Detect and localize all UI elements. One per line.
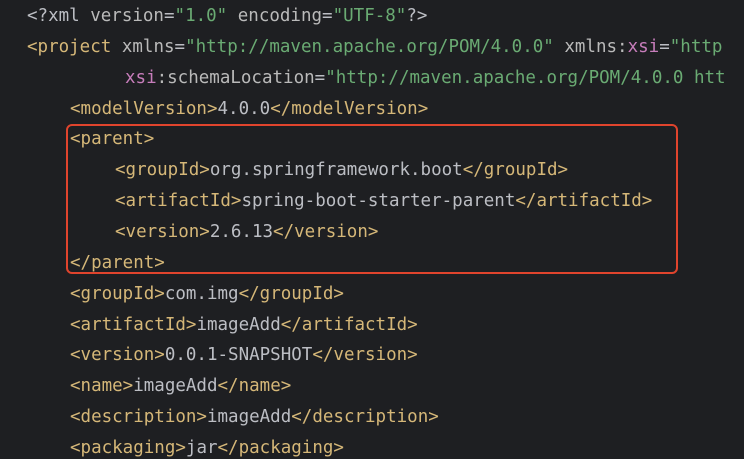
name-value: imageAdd	[133, 376, 218, 396]
schema-location-attr: :schemaLocation	[156, 68, 315, 88]
artifact-id-close-tag: </artifactId>	[280, 315, 418, 335]
code-line-project-open[interactable]: <project xmlns="http://maven.apache.org/…	[27, 32, 722, 63]
xml-decl-encoding-attr: encoding	[227, 6, 323, 26]
code-line-artifact-id[interactable]: <artifactId>imageAdd</artifactId>	[70, 310, 418, 341]
xmlns-xsi-attr: xmlns:	[553, 37, 628, 57]
model-version-close-tag: </modelVersion>	[270, 99, 429, 119]
xml-decl-encoding-value: "UTF-8"	[332, 6, 407, 26]
xsi-prefix: xsi	[125, 68, 157, 88]
group-id-value: com.img	[164, 284, 239, 304]
code-line-version[interactable]: <version>0.0.1-SNAPSHOT</version>	[70, 340, 418, 371]
code-line-description[interactable]: <description>imageAdd</description>	[70, 402, 439, 433]
xml-decl-close: ?>	[406, 6, 428, 26]
parent-block-highlight-box	[66, 124, 678, 274]
version-value: 0.0.1-SNAPSHOT	[164, 345, 313, 365]
artifact-id-value: imageAdd	[196, 315, 281, 335]
packaging-value: jar	[185, 438, 218, 458]
code-line-model-version[interactable]: <modelVersion>4.0.0</modelVersion>	[70, 94, 428, 125]
group-id-close-tag: </groupId>	[238, 284, 344, 304]
xmlns-value: "http://maven.apache.org/POM/4.0.0"	[185, 37, 554, 57]
code-line-group-id[interactable]: <groupId>com.img</groupId>	[70, 279, 344, 310]
project-open-tag: <project	[27, 37, 112, 57]
group-id-open-tag: <groupId>	[70, 284, 165, 304]
code-editor[interactable]: <?xml version="1.0" encoding="UTF-8"?> <…	[0, 0, 744, 459]
description-close-tag: </description>	[291, 407, 439, 427]
description-open-tag: <description>	[70, 407, 207, 427]
schema-location-eq: =	[314, 68, 326, 88]
model-version-value: 4.0.0	[217, 99, 271, 119]
version-close-tag: </version>	[312, 345, 418, 365]
xml-decl-eq: =	[322, 6, 333, 26]
artifact-id-open-tag: <artifactId>	[70, 315, 197, 335]
xml-decl-open: <?xml	[27, 6, 91, 26]
xml-decl-version-value: "1.0"	[174, 6, 228, 26]
model-version-open-tag: <modelVersion>	[70, 99, 218, 119]
xmlns-xsi-value: "http	[669, 37, 723, 57]
schema-location-value: "http://maven.apache.org/POM/4.0.0 htt	[325, 68, 726, 88]
version-open-tag: <version>	[70, 345, 165, 365]
xml-decl-version-attr: version	[90, 6, 164, 26]
xmlns-eq: =	[174, 37, 186, 57]
name-close-tag: </name>	[217, 376, 292, 396]
code-line-packaging[interactable]: <packaging>jar</packaging>	[70, 433, 344, 459]
packaging-close-tag: </packaging>	[217, 438, 344, 458]
code-line-xml-declaration[interactable]: <?xml version="1.0" encoding="UTF-8"?>	[27, 1, 427, 32]
xml-decl-eq: =	[163, 6, 175, 26]
description-value: imageAdd	[206, 407, 292, 427]
name-open-tag: <name>	[70, 376, 134, 396]
xmlns-xsi-eq: =	[659, 37, 670, 57]
packaging-open-tag: <packaging>	[70, 438, 186, 458]
xmlns-attr: xmlns	[111, 37, 175, 57]
code-line-name[interactable]: <name>imageAdd</name>	[70, 371, 291, 402]
code-line-schema-location[interactable]: xsi:schemaLocation="http://maven.apache.…	[125, 63, 726, 94]
xsi-namespace: xsi	[627, 37, 660, 57]
